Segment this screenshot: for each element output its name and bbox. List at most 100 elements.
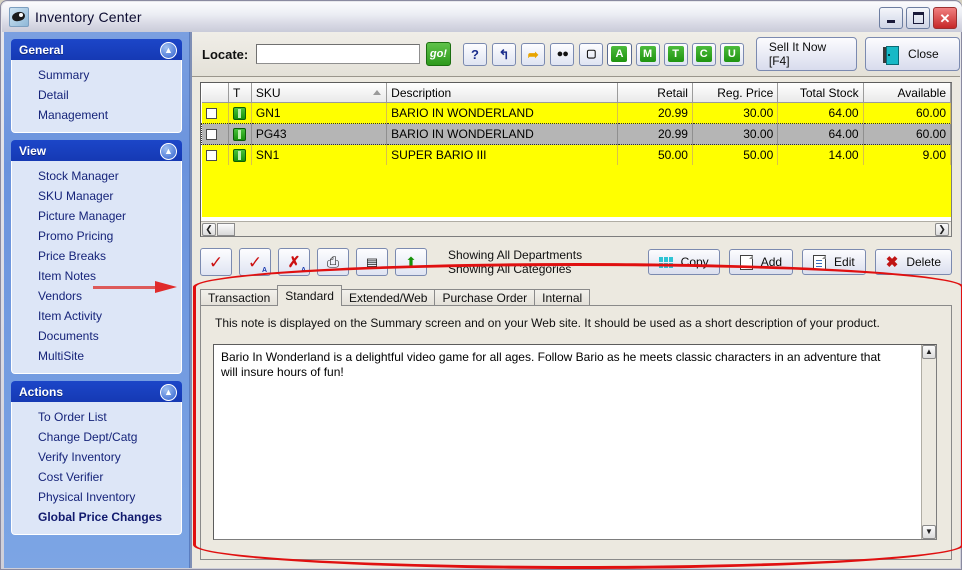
- export-up-icon[interactable]: ⬆: [395, 248, 427, 276]
- filter-button-m[interactable]: M: [635, 42, 660, 66]
- filter-button-c[interactable]: C: [691, 42, 716, 66]
- sidebar-item-promo-pricing[interactable]: Promo Pricing: [12, 226, 181, 246]
- sidebar-panel-view-body: Stock Manager SKU Manager Picture Manage…: [11, 161, 182, 374]
- sidebar-panel-actions-header[interactable]: Actions ▲: [11, 381, 182, 402]
- grid-horizontal-scrollbar[interactable]: ❮ ❯: [201, 221, 951, 236]
- sidebar-panel-actions-title: Actions: [19, 384, 64, 399]
- note-text-content[interactable]: Bario In Wonderland is a delightful vide…: [214, 345, 904, 385]
- sidebar-item-to-order-list[interactable]: To Order List: [12, 407, 181, 427]
- row-checkbox-cell[interactable]: [201, 102, 230, 124]
- close-button[interactable]: Close: [864, 37, 960, 71]
- close-window-button[interactable]: ✕: [933, 7, 957, 29]
- refresh-icon[interactable]: ↰: [492, 42, 517, 66]
- locate-input[interactable]: [256, 44, 420, 64]
- list-view-icon[interactable]: ▤: [356, 248, 388, 276]
- scroll-right-button[interactable]: ❯: [935, 222, 949, 236]
- column-header-reg-price[interactable]: Reg. Price: [692, 83, 779, 103]
- row-reg-price: 30.00: [692, 123, 779, 145]
- filter-status: Showing All Departments Showing All Cate…: [448, 248, 582, 276]
- sidebar-item-multisite[interactable]: MultiSite: [12, 346, 181, 366]
- delete-button[interactable]: ✖ Delete: [874, 249, 952, 275]
- column-header-type[interactable]: T: [228, 83, 252, 103]
- row-checkbox-cell[interactable]: [201, 144, 230, 165]
- tab-internal[interactable]: Internal: [534, 289, 591, 306]
- sidebar-item-management[interactable]: Management: [12, 105, 181, 125]
- note-scroll-up-button[interactable]: ▲: [922, 345, 936, 359]
- go-button[interactable]: go!: [425, 42, 451, 66]
- sidebar-item-cost-verifier[interactable]: Cost Verifier: [12, 467, 181, 487]
- notes-tab-strip: Transaction Standard Extended/Web Purcha…: [200, 285, 591, 306]
- sidebar-item-stock-manager[interactable]: Stock Manager: [12, 166, 181, 186]
- tab-purchase-order[interactable]: Purchase Order: [434, 289, 536, 306]
- jump-arrow-icon[interactable]: ➦: [521, 42, 546, 66]
- scrollbar-thumb[interactable]: [217, 222, 235, 236]
- find-binoculars-icon[interactable]: ●●: [550, 42, 575, 66]
- filter-button-t[interactable]: T: [663, 42, 688, 66]
- window-controls: ✕: [879, 7, 957, 29]
- column-header-description[interactable]: Description: [386, 83, 619, 103]
- table-row[interactable]: SN1 SUPER BARIO III 50.00 50.00 14.00 9.…: [201, 144, 952, 165]
- check-all-icon[interactable]: ✓ A: [239, 248, 271, 276]
- column-header-retail[interactable]: Retail: [617, 83, 693, 103]
- uncheck-all-icon[interactable]: ✗ A: [278, 248, 310, 276]
- note-vertical-scrollbar[interactable]: ▲ ▼: [921, 345, 936, 539]
- window-title: Inventory Center: [35, 9, 142, 25]
- add-button[interactable]: Add: [728, 249, 794, 275]
- sidebar-item-summary[interactable]: Summary: [12, 65, 181, 85]
- sidebar-panel-general: General ▲ Summary Detail Management: [11, 39, 182, 133]
- row-checkbox[interactable]: [206, 129, 217, 141]
- row-reg-price: 30.00: [692, 102, 779, 124]
- minimize-button[interactable]: [879, 7, 903, 29]
- column-header-total-stock[interactable]: Total Stock: [777, 83, 864, 103]
- chevron-up-icon[interactable]: ▲: [160, 384, 177, 401]
- print-icon[interactable]: ⎙: [317, 248, 349, 276]
- chevron-up-icon[interactable]: ▲: [160, 42, 177, 59]
- filter-button-a[interactable]: A: [607, 42, 632, 66]
- row-checkbox-cell[interactable]: [200, 123, 230, 145]
- filter-button-u[interactable]: U: [719, 42, 744, 66]
- sidebar-item-sku-manager[interactable]: SKU Manager: [12, 186, 181, 206]
- row-available: 9.00: [863, 144, 952, 165]
- chevron-up-icon[interactable]: ▲: [160, 143, 177, 160]
- sidebar-item-physical-inventory[interactable]: Physical Inventory: [12, 487, 181, 507]
- sidebar-item-change-dept-catg[interactable]: Change Dept/Catg: [12, 427, 181, 447]
- row-retail: 20.99: [617, 123, 693, 145]
- help-icon[interactable]: ?: [462, 42, 488, 66]
- sell-it-now-button[interactable]: Sell It Now [F4]: [755, 37, 857, 71]
- row-sku: PG43: [251, 123, 388, 145]
- inventory-grid[interactable]: T SKU Description Retail Reg. Price Tota…: [200, 82, 952, 237]
- row-checkbox[interactable]: [205, 108, 217, 120]
- sidebar-item-vendors[interactable]: Vendors: [12, 286, 181, 306]
- sidebar-item-item-activity[interactable]: Item Activity: [12, 306, 181, 326]
- sidebar-item-documents[interactable]: Documents: [12, 326, 181, 346]
- note-scroll-down-button[interactable]: ▼: [922, 525, 936, 539]
- sidebar-panel-general-header[interactable]: General ▲: [11, 39, 182, 60]
- locate-label: Locate:: [202, 46, 249, 62]
- column-header-sku[interactable]: SKU: [251, 83, 388, 103]
- note-textarea[interactable]: Bario In Wonderland is a delightful vide…: [213, 344, 937, 540]
- table-row[interactable]: GN1 BARIO IN WONDERLAND 20.99 30.00 64.0…: [201, 102, 952, 124]
- row-checkbox[interactable]: [205, 150, 217, 162]
- edit-button[interactable]: Edit: [802, 249, 866, 275]
- check-mark-icon[interactable]: ✓: [200, 248, 232, 276]
- tab-standard[interactable]: Standard: [277, 285, 342, 306]
- sidebar-item-verify-inventory[interactable]: Verify Inventory: [12, 447, 181, 467]
- record-action-buttons: Copy Add Edit ✖ Delete: [639, 249, 952, 275]
- sidebar-panel-general-body: Summary Detail Management: [11, 60, 182, 133]
- sidebar-item-price-breaks[interactable]: Price Breaks: [12, 246, 181, 266]
- preview-page-icon[interactable]: ▢: [579, 42, 604, 66]
- sidebar-item-detail[interactable]: Detail: [12, 85, 181, 105]
- green-status-icon: [233, 149, 247, 163]
- column-header-available[interactable]: Available: [863, 83, 952, 103]
- table-row[interactable]: PG43 BARIO IN WONDERLAND 20.99 30.00 64.…: [200, 123, 952, 145]
- tab-extended-web[interactable]: Extended/Web: [340, 289, 436, 306]
- scroll-left-button[interactable]: ❮: [202, 222, 216, 236]
- maximize-button[interactable]: [906, 7, 930, 29]
- sidebar-item-item-notes[interactable]: Item Notes: [12, 266, 181, 286]
- tab-transaction[interactable]: Transaction: [200, 289, 279, 306]
- sidebar-item-global-price-changes[interactable]: Global Price Changes: [12, 507, 181, 527]
- sidebar-item-picture-manager[interactable]: Picture Manager: [12, 206, 181, 226]
- sidebar-panel-view-header[interactable]: View ▲: [11, 140, 182, 161]
- copy-button[interactable]: Copy: [647, 249, 720, 275]
- column-header-check[interactable]: [201, 83, 230, 103]
